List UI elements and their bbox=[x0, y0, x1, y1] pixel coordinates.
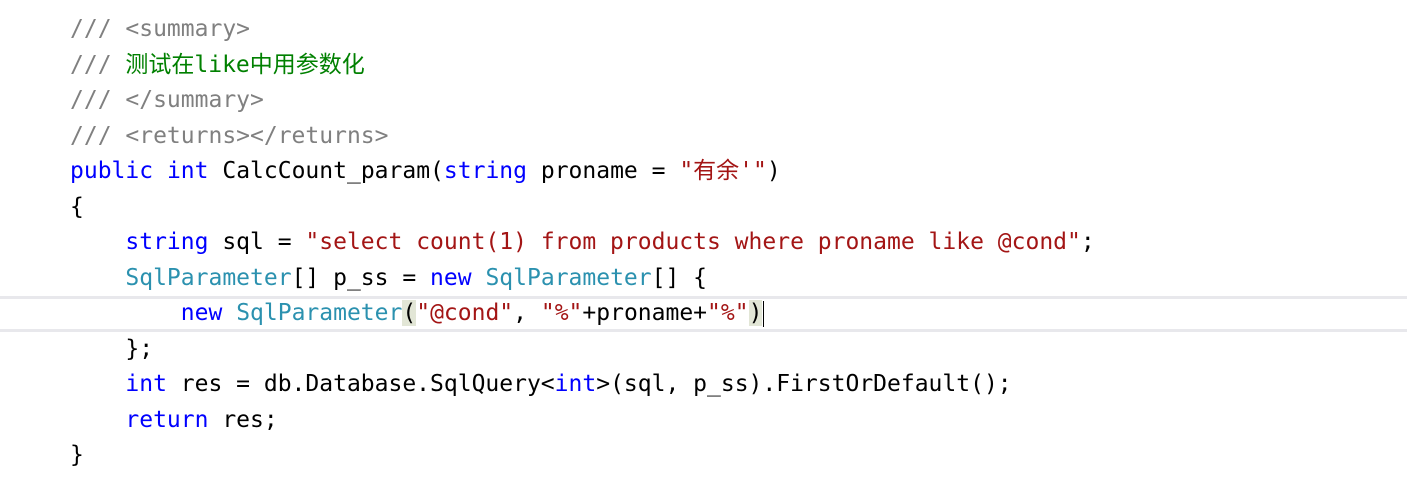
token: res; bbox=[208, 406, 278, 433]
token: /// bbox=[70, 51, 126, 78]
token: } bbox=[70, 442, 84, 468]
token: +proname+ bbox=[582, 300, 708, 326]
token: proname = bbox=[527, 158, 680, 184]
token: string bbox=[443, 158, 527, 184]
token: 测试在like中用参数化 bbox=[125, 51, 365, 78]
code-line-content: SqlParameter[] p_ss = new SqlParameter[]… bbox=[70, 261, 707, 297]
code-line[interactable]: SqlParameter[] p_ss = new SqlParameter[]… bbox=[0, 261, 1407, 297]
token: </summary> bbox=[125, 87, 264, 113]
token: ) bbox=[766, 158, 781, 184]
token: new bbox=[430, 264, 472, 291]
code-line-content: /// <summary> bbox=[70, 12, 250, 48]
code-line-content: }; bbox=[70, 332, 153, 368]
token: ; bbox=[1080, 229, 1095, 255]
code-line-content: string sql = "select count(1) from produ… bbox=[70, 225, 1095, 261]
token: int bbox=[554, 371, 597, 397]
token: "有余'" bbox=[679, 158, 767, 184]
code-line[interactable]: int res = db.Database.SqlQuery<int>(sql,… bbox=[0, 367, 1407, 403]
token: "select count(1) from products where pro… bbox=[305, 229, 1081, 255]
token: , bbox=[513, 300, 541, 326]
code-line[interactable]: /// <summary> bbox=[0, 12, 1407, 48]
code-line[interactable]: /// </summary> bbox=[0, 83, 1407, 119]
token: /// bbox=[70, 16, 126, 42]
token: SqlParameter bbox=[125, 264, 292, 291]
code-editor[interactable]: /// <summary>/// 测试在like中用参数化/// </summa… bbox=[0, 0, 1407, 500]
token: [] p_ss = bbox=[291, 264, 431, 291]
token: /// bbox=[70, 122, 126, 149]
token: }; bbox=[125, 335, 154, 362]
code-line-current[interactable]: new SqlParameter("@cond", "%"+proname+"%… bbox=[0, 296, 1407, 332]
token: res = db.Database.SqlQuery< bbox=[166, 371, 555, 397]
code-line[interactable]: }; bbox=[0, 332, 1407, 368]
token: int bbox=[166, 158, 209, 184]
code-line-content: { bbox=[70, 190, 84, 226]
code-line-content: return res; bbox=[70, 403, 278, 439]
token: ) bbox=[748, 300, 763, 326]
token: /// bbox=[70, 87, 126, 113]
code-line[interactable]: } bbox=[0, 438, 1407, 474]
token: public bbox=[70, 158, 154, 184]
code-line-content: /// </summary> bbox=[70, 83, 264, 119]
token: { bbox=[70, 193, 84, 220]
code-line[interactable]: /// <returns></returns> bbox=[0, 119, 1407, 155]
code-line-content: /// 测试在like中用参数化 bbox=[70, 48, 365, 84]
token: string bbox=[125, 229, 209, 255]
token: [] { bbox=[651, 264, 708, 291]
token: int bbox=[125, 371, 167, 397]
token: <returns></returns> bbox=[125, 122, 389, 149]
token: "%" bbox=[707, 300, 749, 326]
code-line[interactable]: { bbox=[0, 190, 1407, 226]
code-line[interactable]: string sql = "select count(1) from produ… bbox=[0, 225, 1407, 261]
token: SqlParameter bbox=[236, 300, 403, 326]
code-line[interactable]: public int CalcCount_param(string pronam… bbox=[0, 154, 1407, 190]
token: return bbox=[125, 406, 209, 433]
token: >(sql, p_ss).FirstOrDefault(); bbox=[596, 371, 1012, 397]
token: CalcCount_param( bbox=[208, 158, 444, 184]
token: "%" bbox=[540, 300, 583, 326]
token: sql = bbox=[208, 229, 306, 255]
token: SqlParameter bbox=[485, 264, 652, 291]
code-line-content: int res = db.Database.SqlQuery<int>(sql,… bbox=[70, 367, 1012, 403]
token: "@cond" bbox=[416, 300, 514, 326]
token: <summary> bbox=[125, 16, 251, 42]
code-line-content: new SqlParameter("@cond", "%"+proname+"%… bbox=[70, 299, 765, 329]
code-line-content: public int CalcCount_param(string pronam… bbox=[70, 154, 781, 190]
token: new bbox=[180, 300, 223, 326]
token: ( bbox=[402, 300, 417, 326]
code-line[interactable]: /// 测试在like中用参数化 bbox=[0, 48, 1407, 84]
code-line-content: } bbox=[70, 438, 84, 474]
text-caret bbox=[763, 300, 765, 327]
code-line[interactable]: return res; bbox=[0, 403, 1407, 439]
code-line-content: /// <returns></returns> bbox=[70, 119, 389, 155]
